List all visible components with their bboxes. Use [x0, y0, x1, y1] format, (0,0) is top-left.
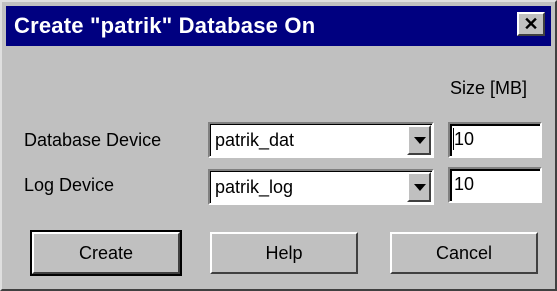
chevron-down-icon [414, 137, 426, 144]
database-device-dropdown-button[interactable] [407, 125, 431, 155]
database-device-size-input[interactable]: 10 [448, 122, 542, 158]
database-device-dropdown[interactable]: patrik_dat [208, 122, 434, 158]
create-database-dialog: Create "patrik" Database On ✕ Size [MB] … [0, 0, 557, 291]
title-bar: Create "patrik" Database On ✕ [6, 6, 551, 46]
chevron-down-icon [414, 184, 426, 191]
database-device-label: Database Device [24, 130, 162, 150]
database-device-value: patrik_dat [215, 130, 295, 150]
log-device-label: Log Device [24, 175, 115, 195]
close-icon: ✕ [523, 14, 539, 34]
help-button[interactable]: Help [210, 232, 358, 274]
log-device-value: patrik_log [215, 177, 294, 197]
close-button[interactable]: ✕ [517, 12, 545, 36]
log-device-dropdown[interactable]: patrik_log [208, 169, 434, 205]
database-device-size-value: 10 [454, 129, 475, 149]
size-column-header: Size [MB] [450, 78, 528, 98]
log-device-dropdown-button[interactable] [407, 172, 431, 202]
window-title: Create "patrik" Database On [14, 13, 316, 38]
cancel-button[interactable]: Cancel [390, 232, 538, 274]
log-device-size-input[interactable]: 10 [448, 167, 542, 203]
log-device-size-value: 10 [454, 174, 475, 194]
create-button[interactable]: Create [30, 230, 182, 276]
